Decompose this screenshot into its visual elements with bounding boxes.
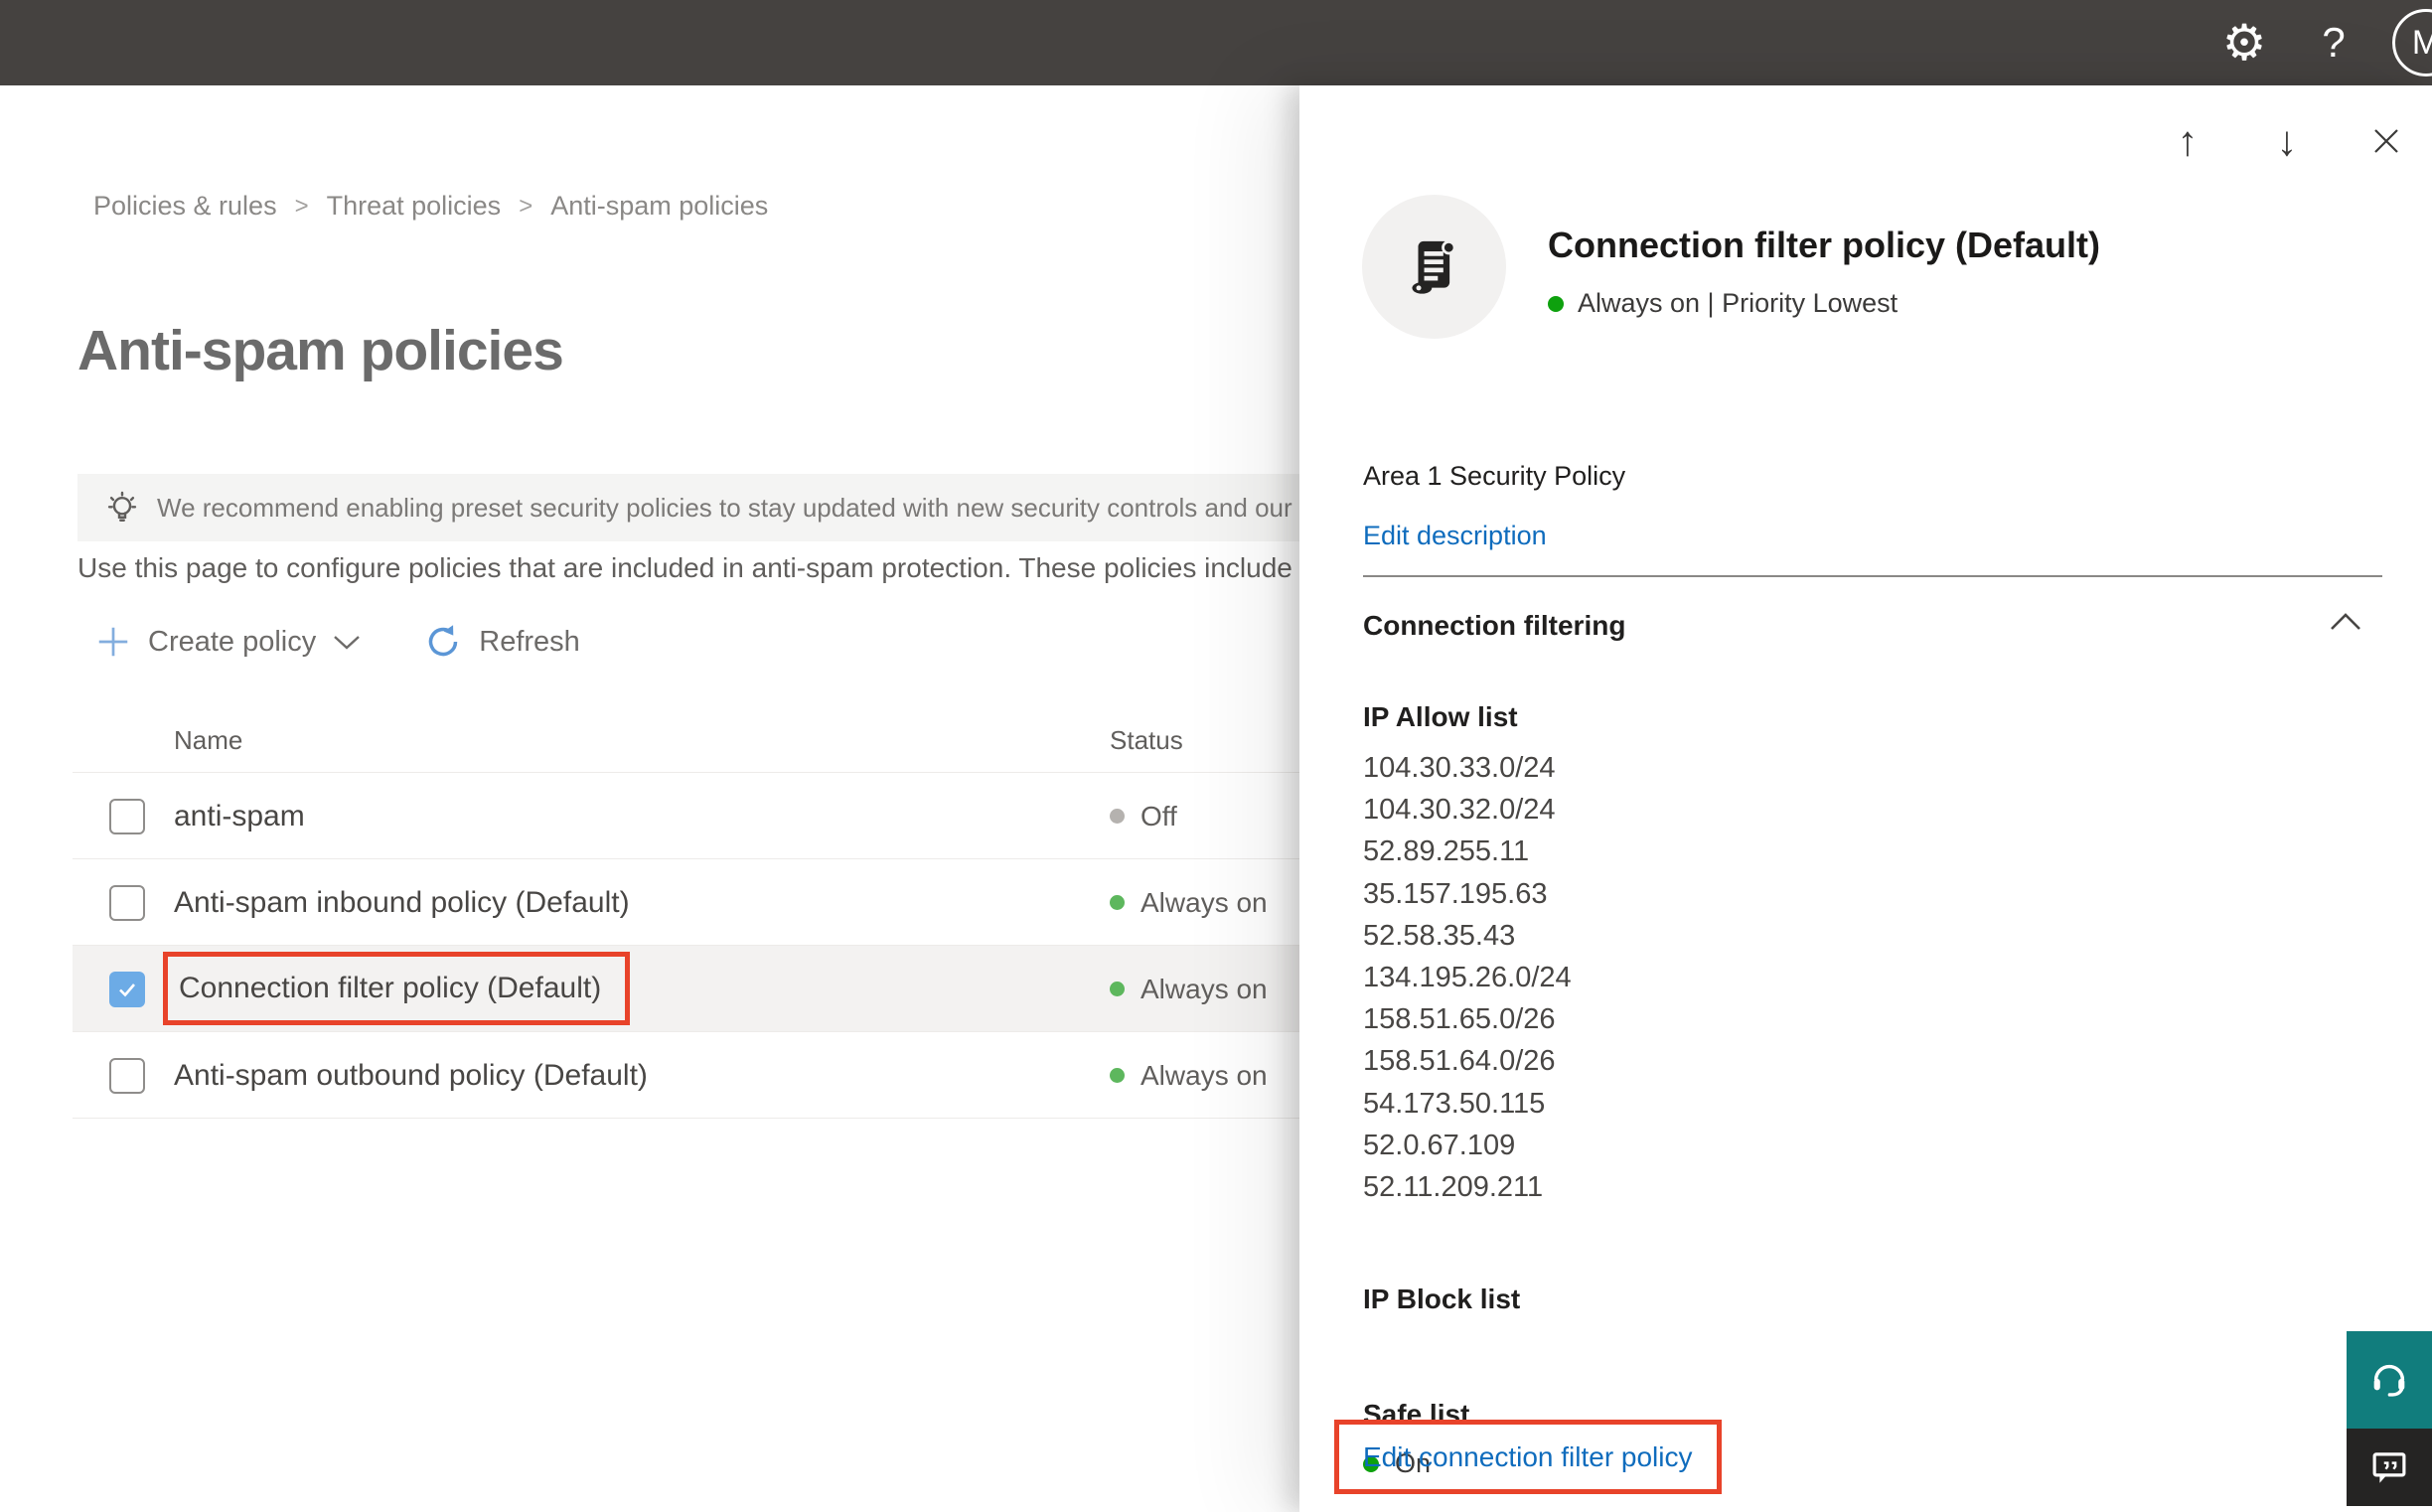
status-dot (1110, 809, 1125, 824)
table-header: Name Status (73, 707, 1394, 773)
divider (1363, 575, 2382, 577)
row-checkbox-checked[interactable] (109, 972, 145, 1007)
status-dot (1110, 1068, 1125, 1083)
close-icon[interactable] (2358, 113, 2414, 169)
status-label: Always on (1140, 1059, 1268, 1091)
breadcrumb-anti-spam-policies[interactable]: Anti-spam policies (550, 191, 768, 222)
refresh-icon (429, 625, 458, 657)
flyout-status: Always on | Priority Lowest (1548, 288, 2100, 319)
column-header-name[interactable]: Name (174, 725, 242, 756)
status-label: Always on (1140, 973, 1268, 1004)
breadcrumb-threat-policies[interactable]: Threat policies (327, 191, 502, 222)
status-label: Off (1140, 800, 1177, 832)
page: ⚙ ? M Policies & rules > Threat policies… (0, 0, 2432, 1512)
flyout-status-text: Always on | Priority Lowest (1578, 288, 1899, 318)
chevron-up-icon[interactable] (2329, 612, 2362, 632)
banner-text: We recommend enabling preset security po… (157, 492, 1408, 523)
table-row-selected[interactable]: Connection filter policy (Default) Alway… (73, 946, 1394, 1032)
breadcrumb: Policies & rules > Threat policies > Ant… (93, 191, 768, 222)
ip-entry: 158.51.65.0/26 (1363, 1003, 1556, 1036)
ip-entry: 52.11.209.211 (1363, 1171, 1544, 1204)
policy-table: Name Status anti-spam Off Anti-spam inbo… (73, 707, 1394, 1119)
ip-entry: 52.0.67.109 (1363, 1129, 1516, 1161)
status-on-dot (1548, 295, 1564, 312)
avatar-initial: M (2411, 23, 2432, 62)
create-policy-label: Create policy (148, 625, 317, 658)
section-connection-filtering: Connection filtering (1363, 610, 1626, 641)
status-cell: Always on (1110, 859, 1268, 946)
table-row[interactable]: Anti-spam inbound policy (Default) Alway… (73, 859, 1394, 946)
page-title: Anti-spam policies (77, 319, 564, 382)
breadcrumb-separator-icon: > (519, 192, 533, 220)
account-avatar[interactable]: M (2392, 9, 2432, 76)
ip-allow-list: 104.30.33.0/24 104.30.32.0/24 52.89.255.… (1363, 747, 1572, 1208)
ip-block-list-label: IP Block list (1363, 1284, 1521, 1314)
flyout-header: Connection filter policy (Default) Alway… (1362, 195, 2100, 339)
status-dot (1110, 895, 1125, 910)
help-icon[interactable]: ? (2289, 19, 2378, 67)
scroll-policy-icon (1411, 239, 1455, 294)
row-checkbox[interactable] (109, 1058, 145, 1094)
ip-allow-list-label: IP Allow list (1363, 701, 1518, 732)
plus-icon (98, 627, 128, 657)
ip-entry: 104.30.32.0/24 (1363, 794, 1556, 827)
edit-connection-filter-policy-link[interactable]: Edit connection filter policy (1363, 1441, 1693, 1473)
status-dot (1110, 982, 1125, 996)
row-checkbox[interactable] (109, 799, 145, 834)
ip-entry: 35.157.195.63 (1363, 877, 1548, 910)
support-button[interactable] (2347, 1331, 2432, 1429)
flyout-nav: ↑ ↓ (2160, 113, 2414, 169)
headset-icon (2373, 1364, 2405, 1397)
settings-gear-icon[interactable]: ⚙ (2200, 14, 2289, 72)
checkmark-icon (119, 983, 135, 997)
table-row[interactable]: anti-spam Off (73, 773, 1394, 859)
policy-name[interactable]: Anti-spam outbound policy (Default) (174, 1032, 648, 1119)
ip-entry: 158.51.64.0/26 (1363, 1045, 1556, 1078)
refresh-label: Refresh (479, 625, 580, 658)
flyout-title: Connection filter policy (Default) (1548, 225, 2101, 265)
ip-entry: 54.173.50.115 (1363, 1087, 1546, 1120)
policy-details-flyout: ↑ ↓ Connection filter policy (Default) A… (1299, 85, 2432, 1512)
lightbulb-icon (107, 491, 137, 522)
column-header-status[interactable]: Status (1110, 725, 1183, 756)
row-checkbox[interactable] (109, 885, 145, 921)
status-cell: Always on (1110, 1032, 1268, 1119)
refresh-button[interactable]: Refresh (423, 622, 580, 662)
toolbar: Create policy Refresh (94, 614, 580, 670)
breadcrumb-separator-icon: > (294, 192, 309, 220)
ip-entry: 52.89.255.11 (1363, 835, 1530, 868)
policy-icon-circle (1362, 195, 1506, 339)
create-policy-button[interactable]: Create policy (94, 623, 362, 661)
policy-name[interactable]: anti-spam (174, 773, 305, 859)
next-item-arrow-down-icon[interactable]: ↓ (2259, 113, 2315, 169)
top-bar: ⚙ ? M (0, 0, 2432, 85)
feedback-button[interactable] (2347, 1429, 2432, 1506)
feedback-bubble-icon (2372, 1452, 2406, 1483)
edit-connection-filter-highlight: Edit connection filter policy (1334, 1420, 1722, 1494)
ip-entry: 134.195.26.0/24 (1363, 962, 1572, 994)
previous-item-arrow-up-icon[interactable]: ↑ (2160, 113, 2215, 169)
breadcrumb-policies-rules[interactable]: Policies & rules (93, 191, 277, 222)
chevron-down-icon (334, 636, 361, 650)
status-cell: Off (1110, 773, 1177, 859)
ip-entry: 104.30.33.0/24 (1363, 752, 1556, 784)
edit-description-link[interactable]: Edit description (1363, 521, 1547, 551)
policy-name[interactable]: Anti-spam inbound policy (Default) (174, 859, 630, 946)
table-row[interactable]: Anti-spam outbound policy (Default) Alwa… (73, 1032, 1394, 1119)
status-cell: Always on (1110, 946, 1268, 1032)
ip-entry: 52.58.35.43 (1363, 919, 1516, 952)
policy-name-highlighted[interactable]: Connection filter policy (Default) (163, 952, 631, 1025)
status-label: Always on (1140, 886, 1268, 918)
policy-description: Area 1 Security Policy (1363, 461, 1626, 491)
